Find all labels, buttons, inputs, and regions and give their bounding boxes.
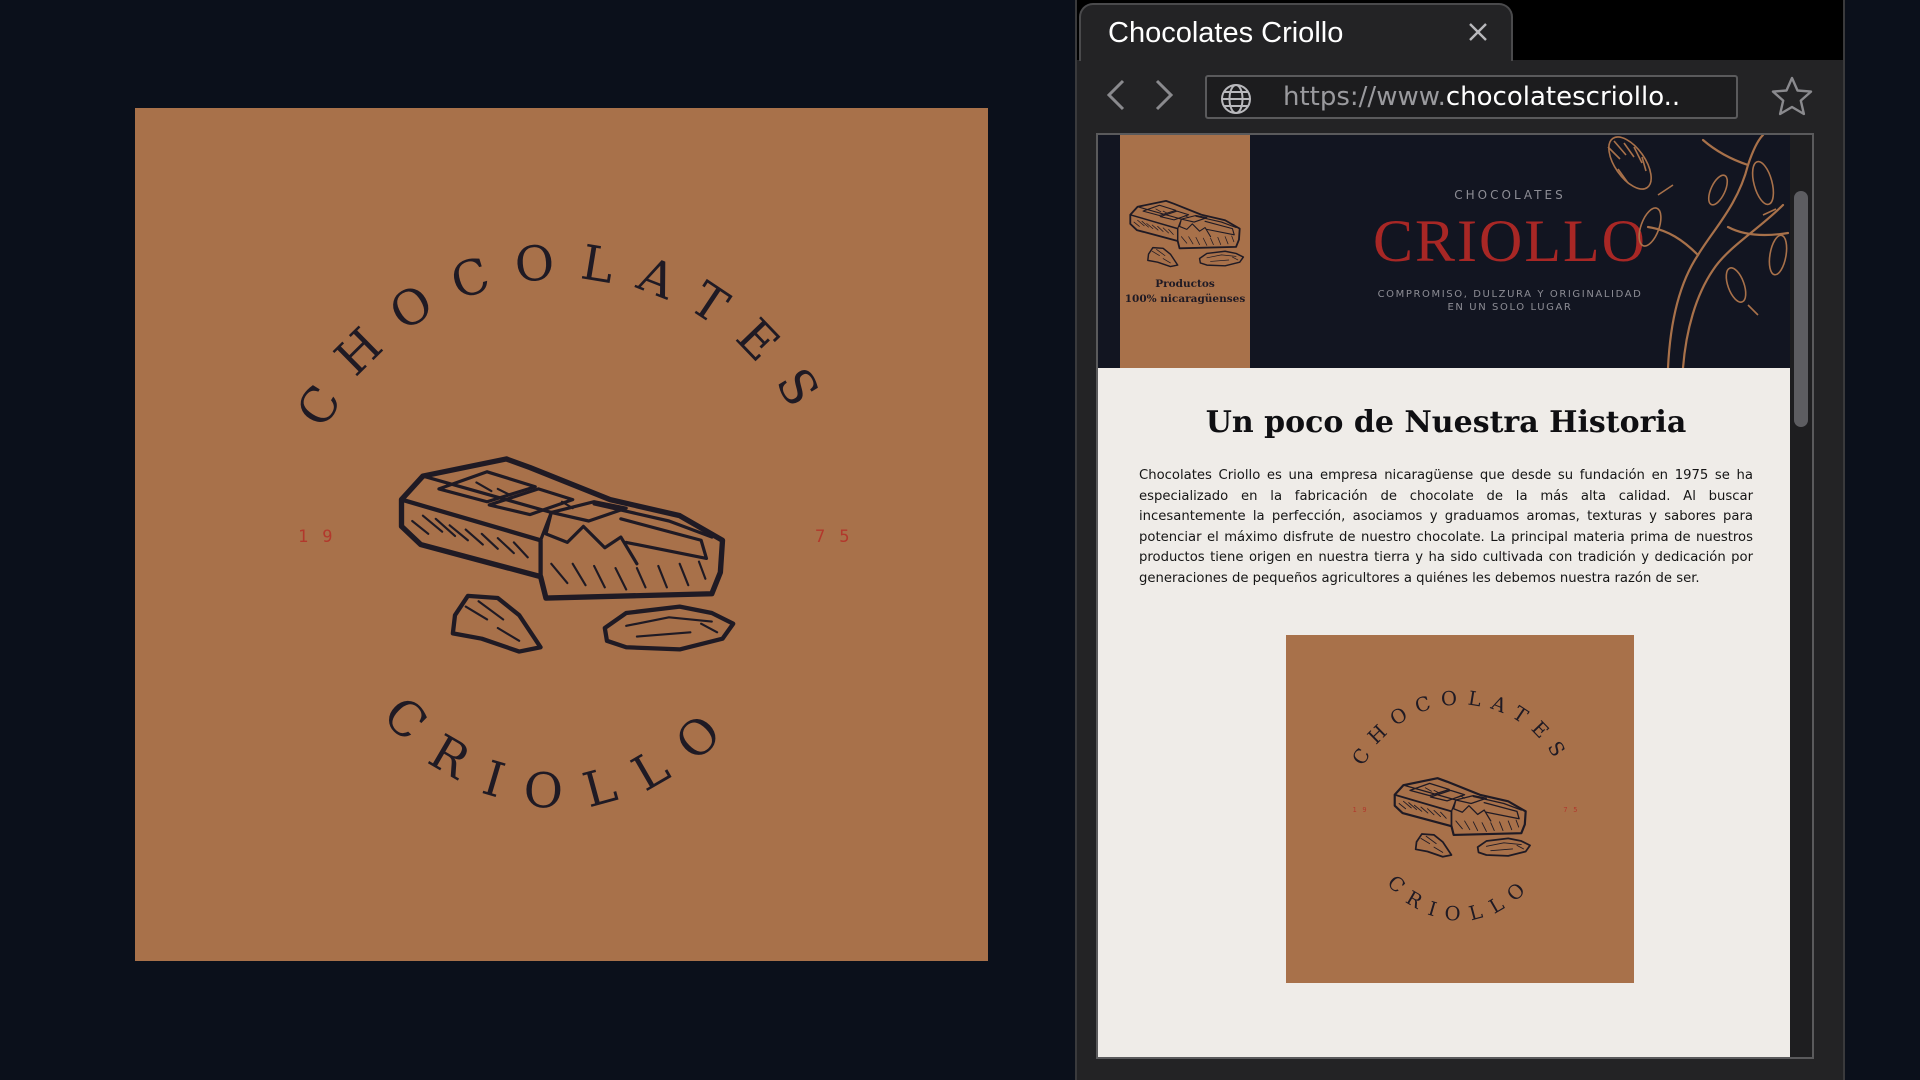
small-logo-bottom-text: CRIOLLO (1383, 871, 1538, 926)
page-viewport[interactable]: Productos 100% nicaragüenses CHOCOLATES … (1096, 133, 1814, 1059)
forward-arrow-icon[interactable] (1147, 75, 1181, 115)
hero-side-line-2: 100% nicaragüenses (1124, 293, 1246, 305)
hero-side-caption: Productos 100% nicaragüenses (1120, 277, 1250, 307)
browser-toolbar: https://www.chocolatescriollo.. (1077, 61, 1843, 131)
logo-year-right: 75 (815, 527, 863, 547)
globe-icon (1221, 84, 1251, 114)
tab-strip: Chocolates Criollo (1077, 0, 1843, 61)
chocolate-bar-icon (1393, 777, 1532, 858)
history-paragraph: Chocolates Criollo es una empresa nicara… (1139, 468, 1753, 586)
hero-banner: Productos 100% nicaragüenses CHOCOLATES … (1098, 135, 1794, 368)
scrollbar[interactable] (1790, 135, 1812, 1057)
logo-large-svg: CHOCOLATES CRIOLLO 19 75 (286, 234, 863, 821)
scrollbar-thumb[interactable] (1794, 191, 1808, 427)
close-icon[interactable] (1465, 19, 1491, 45)
hero-side-line-1: Productos (1155, 278, 1215, 290)
address-bar[interactable]: https://www.chocolatescriollo.. (1205, 75, 1738, 119)
back-arrow-icon[interactable] (1099, 75, 1133, 115)
url-text: https://www.chocolatescriollo.. (1283, 82, 1681, 112)
browser-tab[interactable]: Chocolates Criollo (1079, 3, 1513, 61)
logo-top-text: CHOCOLATES (286, 234, 842, 437)
logo-small-svg: CHOCOLATES CRIOLLO 19 75 (1348, 686, 1583, 926)
tab-title: Chocolates Criollo (1108, 17, 1344, 49)
logo-card-small: CHOCOLATES CRIOLLO 19 75 (1286, 635, 1634, 983)
section-title: Un poco de Nuestra Historia (1205, 405, 1687, 440)
small-logo-year-right: 75 (1563, 806, 1583, 814)
chocolate-bar-icon (402, 459, 734, 652)
small-logo-year-left: 19 (1352, 806, 1372, 814)
chocolate-bar-icon (1129, 199, 1245, 268)
cacao-tree-icon (1607, 135, 1790, 368)
logo-bottom-text: CRIOLLO (372, 686, 751, 820)
star-icon[interactable] (1769, 74, 1815, 118)
logo-year-left: 19 (298, 527, 346, 547)
small-logo-top-text: CHOCOLATES (1348, 686, 1575, 769)
hero-side-panel: Productos 100% nicaragüenses (1120, 135, 1250, 368)
browser-window: Chocolates Criollo https://www.chocolate… (1075, 0, 1845, 1080)
logo-card-large: CHOCOLATES CRIOLLO 19 75 (135, 108, 988, 961)
